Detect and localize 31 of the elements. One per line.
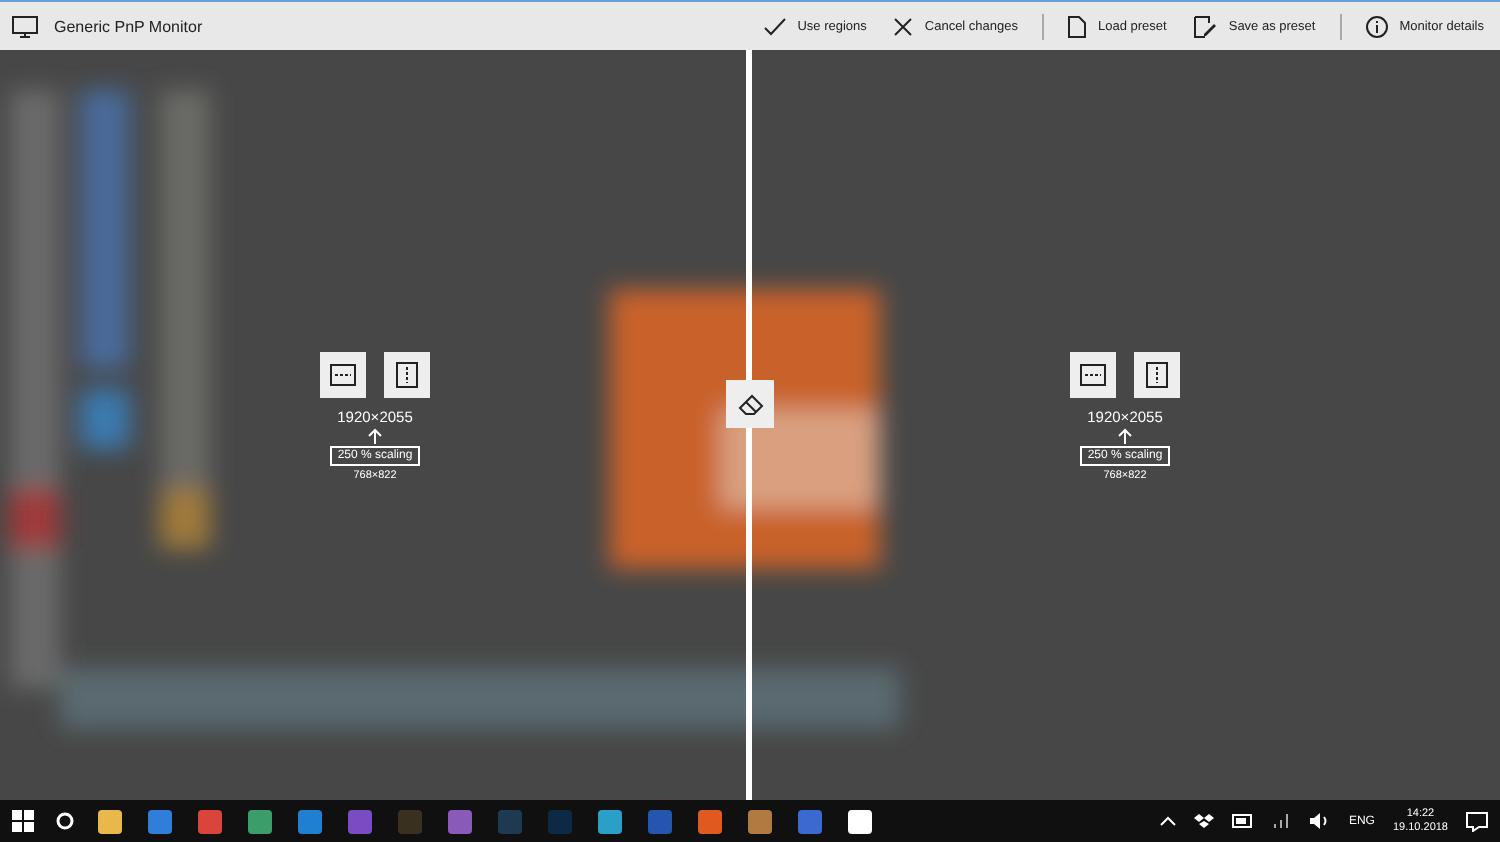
eraser-icon [737,393,763,415]
search-icon[interactable] [56,812,74,830]
dropbox-icon[interactable] [1194,813,1215,829]
volume-icon[interactable] [1310,812,1331,830]
eraser-button[interactable] [726,380,774,428]
window-title: Generic PnP Monitor [54,17,203,35]
app-icon[interactable] [596,807,624,835]
split-vertical-icon [396,362,418,388]
app-icon[interactable] [846,807,874,835]
battery-icon[interactable] [1232,814,1255,828]
monitor-icon [12,15,38,37]
up-arrow-icon [368,428,382,444]
split-horizontal-icon [330,364,356,386]
notification-icon[interactable] [1466,811,1488,831]
split-horizontal-icon [1080,364,1106,386]
split-horizontal-button[interactable] [1070,352,1116,398]
network-icon[interactable] [1272,812,1293,830]
check-icon [763,17,786,35]
up-arrow-icon [1118,428,1132,444]
windows-start-icon[interactable] [12,810,34,832]
chevron-up-icon[interactable] [1160,816,1177,826]
split-vertical-icon [1146,362,1168,388]
split-vertical-button[interactable] [384,352,430,398]
info-icon [1365,15,1388,37]
split-horizontal-button[interactable] [320,352,366,398]
app-icon[interactable] [246,807,274,835]
close-icon [894,17,913,35]
split-vertical-button[interactable] [1134,352,1180,398]
file-icon [1068,15,1087,37]
file-edit-icon [1194,15,1217,37]
app-icon[interactable] [96,807,124,835]
